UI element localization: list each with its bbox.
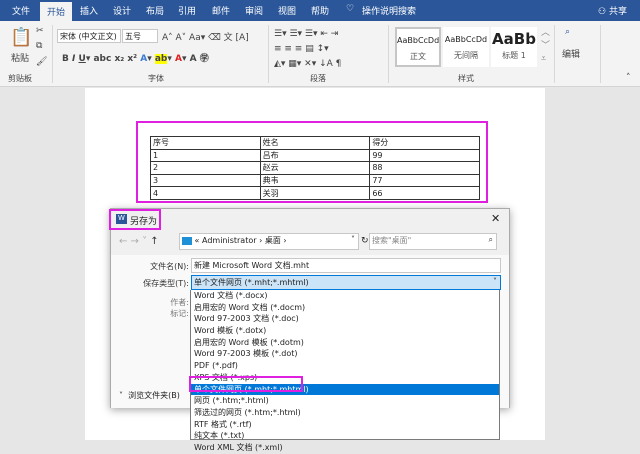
styles-group-label: 样式 [458, 74, 474, 83]
editing-button[interactable]: 编辑 [562, 47, 580, 60]
save-type-option[interactable]: 筛选过的网页 (*.htm;*.html) [191, 407, 499, 419]
title-highlight [109, 209, 161, 230]
save-type-option[interactable]: Word 文档 (*.docx) [191, 290, 499, 302]
tags-label: 标记: [170, 309, 189, 318]
chevron-down-icon: ˅ [493, 277, 497, 286]
save-type-option[interactable]: PDF (*.pdf) [191, 360, 499, 372]
search-input[interactable]: 搜索"桌面" ⌕ [369, 233, 497, 250]
font-format-icons[interactable]: B I U▾ abc x₂ x² A▾ ab▾ A▾ A ㊫ [62, 51, 209, 64]
table-cell: 赵云 [259, 161, 371, 175]
grow-font-icon[interactable]: A˄ A˅ Aa▾ ⌫ 文 [A] [162, 30, 249, 43]
search-icon[interactable]: ⌕ [565, 27, 570, 37]
table-cell: 4 [150, 186, 261, 200]
style-no-spacing[interactable]: AaBbCcDd 无间隔 [443, 27, 489, 67]
ribbon: 📋 粘贴 ✂ ⧉ 🖌 剪贴板 宋体 (中文正文) 五号 A˄ A˅ Aa▾ ⌫ … [0, 21, 640, 87]
desktop-icon [182, 236, 192, 245]
tab-view[interactable]: 视图 [278, 4, 296, 17]
search-icon: ⌕ [488, 235, 493, 244]
paragraph-group-label: 段落 [310, 74, 326, 83]
author-label: 作者: [170, 298, 189, 307]
save-type-option[interactable]: 纯文本 (*.txt) [191, 430, 499, 442]
tell-me-search[interactable]: 操作说明搜索 [362, 4, 416, 17]
tab-insert[interactable]: 插入 [80, 4, 98, 17]
score-table: 序号 姓名 得分 1 吕布 99 2 赵云 88 3 典韦 77 4 关羽 66 [150, 136, 480, 200]
tab-references[interactable]: 引用 [178, 4, 196, 17]
font-size-select[interactable]: 五号 [122, 29, 158, 43]
save-type-select[interactable]: 单个文件网页 (*.mht;*.mhtml) ˅ [191, 275, 501, 290]
paragraph-icons[interactable]: ☰▾ ☰▾ ☰▾ ⇤ ⇥ ≡ ≡ ≡ ▤ ↕▾ ◭▾ ▦▾ ✕▾ ↓A ¶ [274, 27, 341, 72]
table-cell: 1 [150, 148, 261, 163]
ribbon-tabs: 文件 开始 插入 设计 布局 引用 邮件 审阅 视图 帮助 ♡ 操作说明搜索 ⚇… [0, 0, 640, 21]
address-bar[interactable]: « Administrator › 桌面 › ˅ [179, 233, 359, 250]
format-painter-icon[interactable]: 🖌 [36, 57, 47, 67]
cut-icon[interactable]: ✂ [36, 26, 44, 36]
close-icon[interactable]: ✕ [491, 212, 500, 225]
save-type-label: 保存类型(T): [143, 279, 189, 288]
table-cell: 77 [369, 173, 480, 188]
tab-help[interactable]: 帮助 [311, 4, 329, 17]
share-button[interactable]: ⚇ 共享 [598, 4, 627, 17]
table-row: 2 赵云 88 [150, 161, 480, 175]
tab-home[interactable]: 开始 [40, 2, 73, 21]
style-heading-1[interactable]: AaBb 标题 1 [491, 27, 537, 67]
tab-review[interactable]: 审阅 [245, 4, 263, 17]
styles-scroll-icons[interactable]: ︿ ﹀ ⩡ [541, 27, 550, 66]
back-forward-icons[interactable]: ← → ˅ ↑ [119, 236, 159, 247]
paste-button[interactable]: 粘贴 [11, 51, 29, 64]
table-cell: 88 [369, 161, 480, 175]
table-cell: 关羽 [259, 186, 371, 200]
table-cell: 66 [369, 186, 480, 200]
save-type-option[interactable]: Word 97-2003 文档 (*.doc) [191, 313, 499, 325]
tab-file[interactable]: 文件 [12, 4, 30, 17]
table-cell: 99 [369, 148, 480, 163]
copy-icon[interactable]: ⧉ [36, 41, 42, 51]
save-type-value: 单个文件网页 (*.mht;*.mhtml) [194, 278, 309, 287]
share-label: 共享 [608, 7, 627, 17]
font-group-label: 字体 [148, 74, 164, 83]
clipboard-group-label: 剪贴板 [8, 74, 32, 83]
option-highlight [189, 376, 303, 392]
table-row: 3 典韦 77 [150, 173, 480, 188]
save-type-option[interactable]: 启用宏的 Word 文档 (*.docm) [191, 302, 499, 314]
table-cell: 典韦 [259, 173, 371, 188]
address-dropdown-icon[interactable]: ˅ [351, 235, 355, 244]
save-type-dropdown-list: Word 文档 (*.docx) 启用宏的 Word 文档 (*.docm) Wor… [190, 290, 500, 452]
table-header-row: 序号 姓名 得分 [150, 136, 480, 150]
table-row: 4 关羽 66 [150, 186, 480, 200]
table-cell: 吕布 [259, 148, 371, 163]
save-type-option[interactable]: Word XML 文档 (*.xml) [191, 442, 499, 454]
table-cell: 2 [150, 161, 261, 175]
paste-icon[interactable]: 📋 [10, 27, 32, 48]
table-row: 1 吕布 99 [150, 148, 480, 163]
tab-layout[interactable]: 布局 [146, 4, 164, 17]
save-type-option[interactable]: 网页 (*.htm;*.html) [191, 395, 499, 407]
table-cell: 得分 [369, 136, 480, 150]
filename-input[interactable]: 新建 Microsoft Word 文档.mht [191, 258, 501, 273]
tab-mailings[interactable]: 邮件 [212, 4, 230, 17]
collapse-ribbon-icon[interactable]: ˄ [626, 73, 631, 83]
font-name-select[interactable]: 宋体 (中文正文) [57, 29, 121, 43]
tab-design[interactable]: 设计 [113, 4, 131, 17]
browse-folders-toggle[interactable]: ˅ 浏览文件夹(B) [119, 390, 180, 401]
table-cell: 3 [150, 173, 261, 188]
lightbulb-icon: ♡ [346, 4, 355, 14]
table-cell: 序号 [150, 136, 261, 150]
breadcrumb-desktop[interactable]: 桌面 [265, 236, 281, 245]
table-cell: 姓名 [259, 136, 371, 150]
breadcrumb-administrator[interactable]: Administrator [202, 236, 257, 245]
save-type-option[interactable]: Word 模板 (*.dotx) [191, 325, 499, 337]
refresh-icon[interactable]: ↻ [361, 236, 369, 246]
filename-label: 文件名(N): [150, 262, 189, 271]
save-type-option[interactable]: RTF 格式 (*.rtf) [191, 419, 499, 431]
save-type-option[interactable]: Word 97-2003 模板 (*.dot) [191, 348, 499, 360]
style-normal[interactable]: AaBbCcDd 正文 [395, 27, 441, 67]
save-type-option[interactable]: 启用宏的 Word 模板 (*.dotm) [191, 337, 499, 349]
